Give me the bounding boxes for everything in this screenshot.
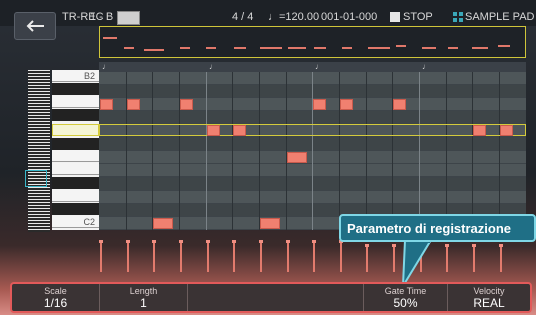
grid-line: [472, 72, 473, 230]
velocity-bar[interactable]: [339, 240, 343, 272]
param-gate-time-value: 50%: [393, 296, 418, 310]
beat-marker-3: ♩: [315, 62, 323, 71]
param-gate-time[interactable]: Gate Time 50%: [364, 284, 448, 311]
grid-line: [152, 72, 153, 230]
param-empty-slot: [188, 284, 364, 311]
note-block[interactable]: [207, 125, 220, 136]
tempo[interactable]: ♩=120.00: [268, 11, 319, 23]
grid-line: [366, 72, 367, 230]
velocity-bar[interactable]: [286, 240, 290, 272]
step-overview-lane[interactable]: [99, 26, 526, 58]
note-block[interactable]: [313, 99, 326, 110]
beat-marker-2: ♩: [209, 62, 217, 71]
stop-label[interactable]: STOP: [403, 11, 433, 23]
callout-pointer: [402, 240, 433, 287]
stop-icon: [390, 12, 400, 22]
grid-line-beat: [312, 72, 313, 230]
beat-marker-4: ♩: [422, 62, 430, 71]
key-c-sharp[interactable]: [52, 203, 99, 215]
note-block[interactable]: [100, 99, 113, 110]
beat-marker-1: ♩: [102, 62, 110, 71]
selected-note-row[interactable]: [99, 124, 526, 136]
sample-pad-icon: [453, 12, 463, 22]
key-g-selected[interactable]: [52, 124, 99, 136]
key-g-sharp[interactable]: [52, 109, 99, 121]
velocity-bar[interactable]: [259, 240, 263, 272]
grid-line: [126, 72, 127, 230]
param-length-value: 1: [140, 296, 147, 310]
note-block[interactable]: [287, 152, 307, 163]
velocity-bar[interactable]: [445, 244, 449, 272]
key-c2[interactable]: C2: [52, 216, 99, 228]
arrow-left-icon: [26, 20, 44, 32]
note-block[interactable]: [340, 99, 353, 110]
note-block[interactable]: [473, 125, 486, 136]
tr-rec-screen: TR-REC 1 - B 4 / 4 ♩=120.00 001-01-000 S…: [0, 0, 536, 315]
piano-keyboard[interactable]: B2 C2: [52, 70, 99, 230]
sample-pad-label[interactable]: SAMPLE PAD: [465, 11, 535, 23]
key-d[interactable]: [52, 190, 99, 202]
param-length[interactable]: Length 1: [100, 284, 188, 311]
key-b2[interactable]: B2: [52, 70, 99, 82]
param-velocity[interactable]: Velocity REAL: [448, 284, 530, 311]
note-block[interactable]: [260, 218, 280, 229]
note-block[interactable]: [393, 99, 406, 110]
velocity-bar[interactable]: [206, 240, 210, 272]
velocity-bar[interactable]: [312, 240, 316, 272]
velocity-bar[interactable]: [179, 240, 183, 272]
key-label-c2: C2: [83, 217, 95, 227]
time-signature: 4 / 4: [232, 11, 254, 23]
mini-keyboard[interactable]: [28, 70, 50, 232]
note-block[interactable]: [233, 125, 246, 136]
grid-line-beat: [419, 72, 420, 230]
note-block[interactable]: [500, 125, 513, 136]
grid-line: [339, 72, 340, 230]
grid-line: [446, 72, 447, 230]
key-label-b2: B2: [83, 71, 95, 81]
visible-range-indicator[interactable]: [25, 170, 47, 187]
velocity-bar[interactable]: [499, 244, 503, 272]
note-block[interactable]: [127, 99, 140, 110]
recording-parameter-callout: Parametro di registrazione: [339, 214, 536, 242]
grid-line: [259, 72, 260, 230]
back-button[interactable]: [14, 12, 56, 40]
grid-line: [392, 72, 393, 230]
velocity-bar[interactable]: [126, 240, 130, 272]
pattern-label: 1 - B: [90, 11, 114, 23]
velocity-bar[interactable]: [232, 240, 236, 272]
pattern-icon: [117, 11, 140, 25]
param-scale-value: 1/16: [43, 296, 68, 310]
velocity-bar[interactable]: [472, 244, 476, 272]
grid-line: [232, 72, 233, 230]
param-scale[interactable]: Scale 1/16: [12, 284, 100, 311]
grid-line: [179, 72, 180, 230]
recording-parameters-bar: Scale 1/16 Length 1 Gate Time 50% Veloci…: [10, 282, 532, 313]
param-gate-time-label: Gate Time: [384, 286, 427, 296]
grid-line-beat: [206, 72, 207, 230]
note-block[interactable]: [180, 99, 193, 110]
key-f-sharp[interactable]: [52, 138, 99, 150]
beat-ruler: ♩ ♩ ♩ ♩: [99, 62, 526, 72]
key-a[interactable]: [52, 96, 99, 108]
note-block[interactable]: [153, 218, 173, 229]
param-scale-label: Scale: [44, 286, 67, 296]
key-d-sharp[interactable]: [52, 177, 99, 189]
key-e[interactable]: [52, 163, 99, 175]
param-velocity-label: Velocity: [473, 286, 505, 296]
key-a-sharp[interactable]: [52, 83, 99, 95]
grid-line: [286, 72, 287, 230]
velocity-bar[interactable]: [99, 240, 103, 272]
param-velocity-value: REAL: [473, 296, 505, 310]
velocity-bar[interactable]: [152, 240, 156, 272]
position-readout: 001-01-000: [321, 11, 378, 23]
velocity-bar[interactable]: [365, 244, 369, 272]
param-length-label: Length: [129, 286, 158, 296]
grid-line: [499, 72, 500, 230]
key-f[interactable]: [52, 150, 99, 162]
callout-text: Parametro di registrazione: [347, 221, 511, 236]
